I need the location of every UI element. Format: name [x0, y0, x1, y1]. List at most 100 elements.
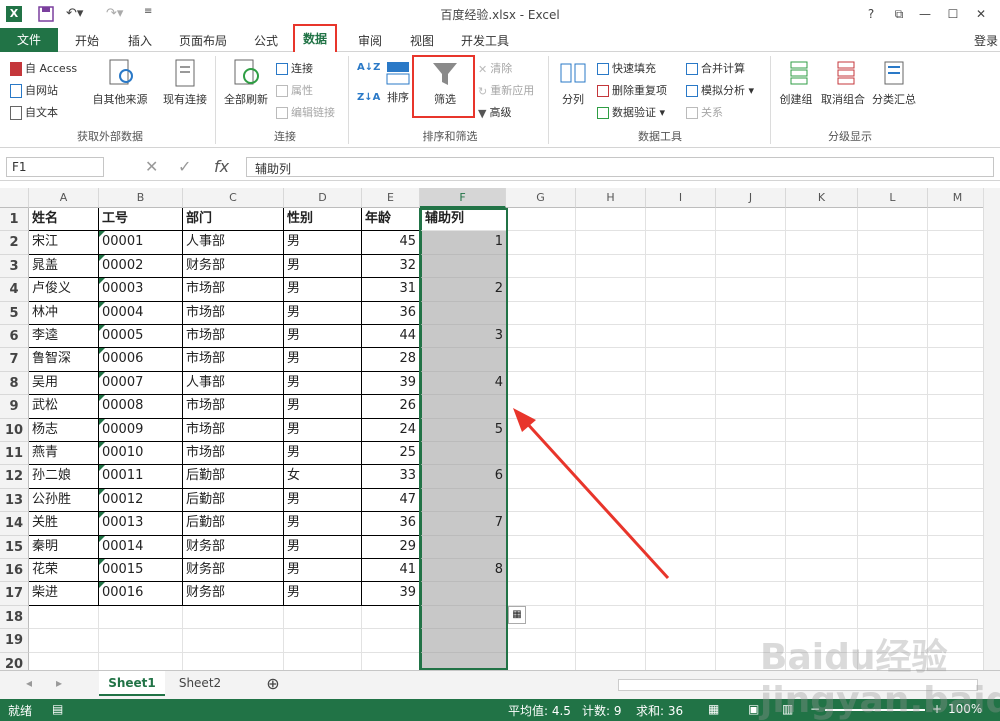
cell-l9[interactable] — [858, 395, 928, 419]
cell-k17[interactable] — [786, 582, 858, 606]
row-header-2[interactable]: 2 — [0, 231, 29, 255]
cell-i14[interactable] — [646, 512, 716, 536]
cell-a14[interactable]: 关胜 — [29, 512, 99, 536]
maximize-icon[interactable]: ☐ — [942, 4, 964, 24]
cell-d9[interactable]: 男 — [284, 395, 362, 419]
cell-d6[interactable]: 男 — [284, 325, 362, 349]
sheet-tab-sheet2[interactable]: Sheet2 — [167, 671, 233, 696]
close-icon[interactable]: ✕ — [970, 4, 992, 24]
cell-f16[interactable]: 8 — [420, 559, 507, 583]
cell-c2[interactable]: 人事部 — [183, 231, 284, 255]
cell-k8[interactable] — [786, 371, 858, 396]
cell-g12[interactable] — [506, 465, 576, 489]
cell-e17[interactable]: 39 — [362, 582, 420, 606]
cell-j3[interactable] — [716, 254, 786, 279]
cell-h8[interactable] — [576, 371, 646, 396]
sort-ascending-button[interactable]: A↓Z — [357, 62, 380, 73]
cell-h7[interactable] — [576, 348, 646, 372]
cell-a20[interactable] — [29, 652, 99, 670]
enter-icon[interactable]: ✓ — [178, 157, 191, 176]
cell-e7[interactable]: 28 — [362, 348, 420, 372]
page-layout-view-icon[interactable]: ▣ — [748, 702, 759, 716]
help-button[interactable]: ? — [860, 4, 882, 24]
cell-c12[interactable]: 后勤部 — [183, 465, 284, 489]
row-header-8[interactable]: 8 — [0, 371, 29, 396]
cell-k4[interactable] — [786, 278, 858, 302]
formula-input[interactable]: 辅助列 — [246, 157, 994, 177]
cell-c14[interactable]: 后勤部 — [183, 512, 284, 536]
cell-m12[interactable] — [928, 465, 988, 489]
cell-i12[interactable] — [646, 465, 716, 489]
cell-c15[interactable]: 财务部 — [183, 535, 284, 559]
column-header-f[interactable]: F — [420, 188, 506, 208]
cell-h6[interactable] — [576, 325, 646, 349]
cell-e5[interactable]: 36 — [362, 301, 420, 325]
cell-h2[interactable] — [576, 231, 646, 255]
cell-i17[interactable] — [646, 582, 716, 606]
cell-m5[interactable] — [928, 301, 988, 325]
cell-b11[interactable]: 00010 — [99, 442, 183, 466]
cell-l16[interactable] — [858, 559, 928, 583]
column-header-c[interactable]: C — [183, 188, 284, 208]
column-header-a[interactable]: A — [29, 188, 99, 208]
cell-m15[interactable] — [928, 535, 988, 559]
cell-k6[interactable] — [786, 325, 858, 349]
insert-function-icon[interactable]: fx — [214, 157, 229, 176]
cell-c20[interactable] — [183, 652, 284, 670]
properties-button[interactable]: 属性 — [276, 82, 313, 98]
cell-d4[interactable]: 男 — [284, 278, 362, 302]
cell-a2[interactable]: 宋江 — [29, 231, 99, 255]
cell-g11[interactable] — [506, 442, 576, 466]
cell-g1[interactable] — [506, 208, 576, 232]
cell-c11[interactable]: 市场部 — [183, 442, 284, 466]
cell-e12[interactable]: 33 — [362, 465, 420, 489]
edit-links-button[interactable]: 编辑链接 — [276, 104, 335, 120]
cell-m6[interactable] — [928, 325, 988, 349]
cell-c8[interactable]: 人事部 — [183, 371, 284, 396]
row-header-18[interactable]: 18 — [0, 605, 29, 630]
cell-a4[interactable]: 卢俊义 — [29, 278, 99, 302]
cell-f5[interactable] — [420, 301, 507, 325]
cell-h11[interactable] — [576, 442, 646, 466]
what-if-analysis-button[interactable]: 模拟分析 ▾ — [686, 82, 754, 98]
cell-f8[interactable]: 4 — [420, 371, 507, 396]
cell-c3[interactable]: 财务部 — [183, 254, 284, 279]
cell-g20[interactable] — [506, 652, 576, 670]
cell-g13[interactable] — [506, 488, 576, 513]
refresh-all-button[interactable]: 全部刷新 — [220, 58, 272, 107]
cell-j17[interactable] — [716, 582, 786, 606]
cell-i8[interactable] — [646, 371, 716, 396]
cell-j11[interactable] — [716, 442, 786, 466]
from-access-button[interactable]: 自 Access — [10, 60, 77, 76]
column-header-g[interactable]: G — [506, 188, 576, 208]
cell-a6[interactable]: 李逵 — [29, 325, 99, 349]
cell-k11[interactable] — [786, 442, 858, 466]
cell-j5[interactable] — [716, 301, 786, 325]
consolidate-button[interactable]: 合并计算 — [686, 60, 745, 76]
cell-i9[interactable] — [646, 395, 716, 419]
cell-l4[interactable] — [858, 278, 928, 302]
cell-a18[interactable] — [29, 605, 99, 630]
cell-d3[interactable]: 男 — [284, 254, 362, 279]
cell-a7[interactable]: 鲁智深 — [29, 348, 99, 372]
cell-h17[interactable] — [576, 582, 646, 606]
normal-view-icon[interactable]: ▦ — [708, 702, 719, 716]
tab-formulas[interactable]: 公式 — [254, 32, 278, 49]
cell-a9[interactable]: 武松 — [29, 395, 99, 419]
cell-a13[interactable]: 公孙胜 — [29, 488, 99, 513]
cell-l7[interactable] — [858, 348, 928, 372]
cell-h10[interactable] — [576, 418, 646, 442]
cell-g10[interactable] — [506, 418, 576, 442]
row-header-3[interactable]: 3 — [0, 254, 29, 279]
cell-c10[interactable]: 市场部 — [183, 418, 284, 442]
cell-f7[interactable] — [420, 348, 507, 372]
quick-analysis-icon[interactable]: ▦ — [508, 606, 526, 624]
cell-l15[interactable] — [858, 535, 928, 559]
cell-k5[interactable] — [786, 301, 858, 325]
cell-d13[interactable]: 男 — [284, 488, 362, 513]
cell-e20[interactable] — [362, 652, 420, 670]
cell-c7[interactable]: 市场部 — [183, 348, 284, 372]
cell-k13[interactable] — [786, 488, 858, 513]
cell-d7[interactable]: 男 — [284, 348, 362, 372]
cell-d8[interactable]: 男 — [284, 371, 362, 396]
